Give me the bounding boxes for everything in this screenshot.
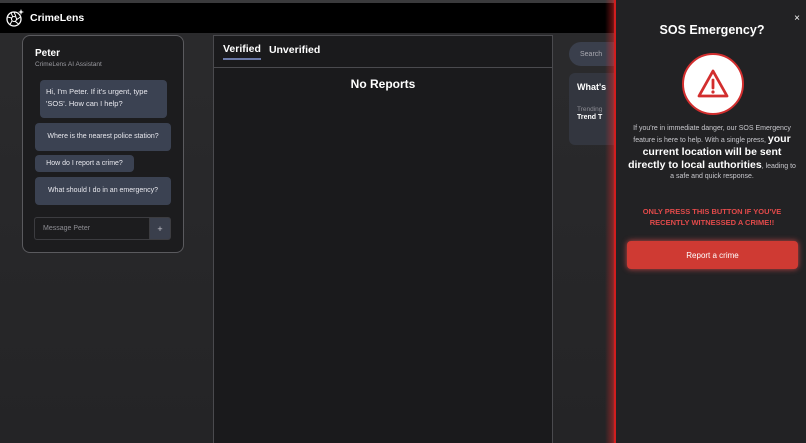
camera-aperture-sparkle-icon[interactable] [5, 8, 25, 28]
send-button[interactable]: + [149, 217, 171, 240]
suggestion-nearest-police[interactable]: Where is the nearest police station? [35, 123, 171, 151]
assistant-subtitle: CrimeLens AI Assistant [35, 61, 102, 68]
suggestion-emergency[interactable]: What should I do in an emergency? [35, 177, 171, 205]
warning-circle [682, 53, 744, 115]
tab-verified[interactable]: Verified [223, 43, 261, 60]
sos-warning: ONLY PRESS THIS BUTTON IF YOU'VE RECENTL… [642, 207, 782, 227]
report-crime-button[interactable]: Report a crime [627, 241, 798, 269]
plus-icon: + [157, 223, 163, 234]
reports-panel: Verified Unverified No Reports [213, 35, 553, 443]
assistant-name: Peter [35, 48, 61, 59]
report-tabs: Verified Unverified [214, 36, 552, 68]
message-input-row: + [34, 217, 171, 240]
suggestion-report-crime[interactable]: How do I report a crime? [35, 155, 134, 172]
sos-title: SOS Emergency? [659, 23, 765, 37]
tab-unverified[interactable]: Unverified [269, 44, 320, 59]
empty-reports-text: No Reports [350, 77, 416, 91]
sos-description: If you're in immediate danger, our SOS E… [626, 124, 798, 181]
search-placeholder: Search [580, 50, 603, 58]
brand-name[interactable]: CrimeLens [30, 12, 84, 24]
assistant-greeting-bubble: Hi, I'm Peter. If it's urgent, type 'SOS… [40, 80, 167, 118]
message-input[interactable] [34, 217, 149, 240]
warning-triangle-icon [697, 69, 729, 98]
sos-emergency-panel: × SOS Emergency? If you're in immediate … [614, 0, 806, 443]
